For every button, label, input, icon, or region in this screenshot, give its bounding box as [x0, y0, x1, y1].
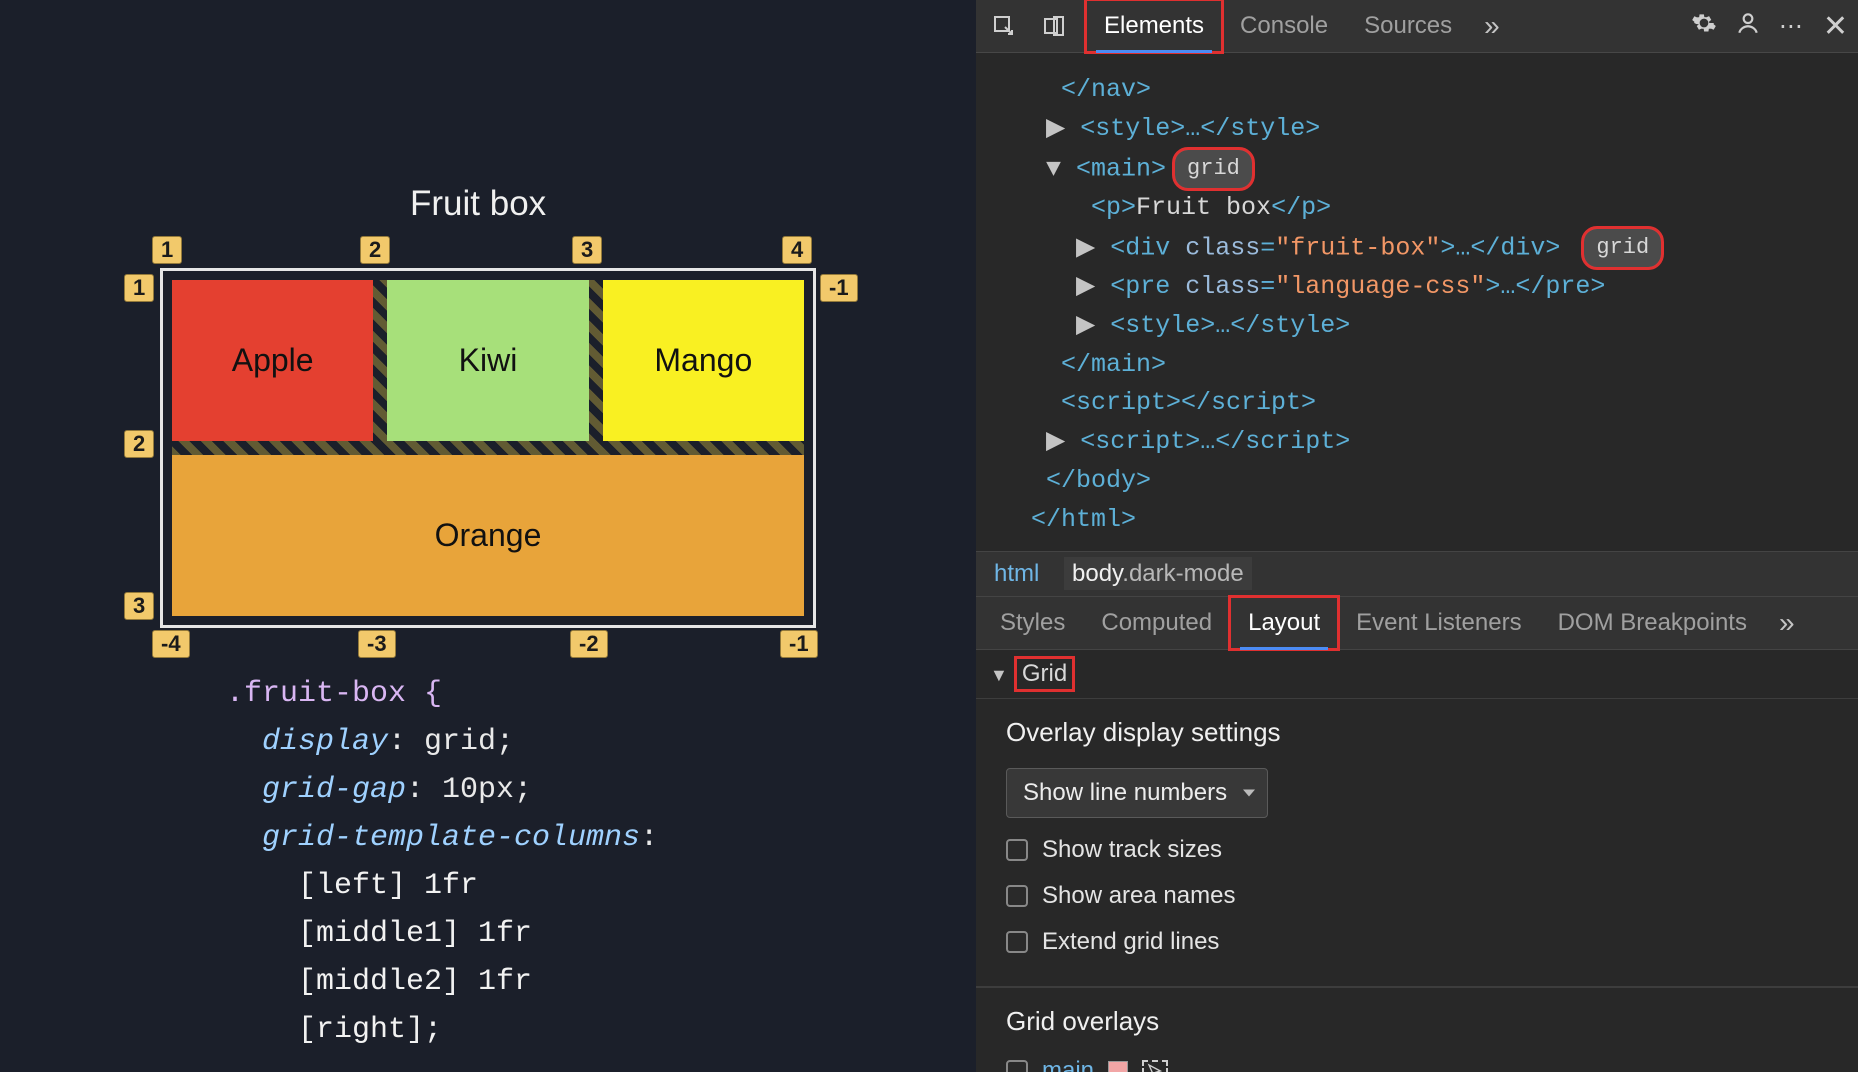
styles-tabs: Styles Computed Layout Event Listeners D…: [976, 597, 1858, 650]
tab-computed[interactable]: Computed: [1083, 597, 1230, 649]
css-prop: grid-template-columns: [262, 821, 640, 855]
grid-section-label: Grid: [1016, 658, 1073, 690]
crumb-html[interactable]: html: [994, 560, 1039, 587]
grid-line-label: -3: [358, 630, 396, 658]
dom-node[interactable]: >…</div>: [1440, 233, 1560, 262]
dom-node[interactable]: </main>: [1061, 350, 1166, 379]
close-icon[interactable]: ✕: [1823, 9, 1848, 44]
checkbox-track-sizes[interactable]: [1006, 839, 1028, 861]
tab-elements[interactable]: Elements: [1086, 0, 1222, 52]
dom-node[interactable]: >…</pre>: [1485, 272, 1605, 301]
grid-line-label: 4: [782, 236, 812, 264]
overlay-settings-title: Overlay display settings: [1006, 717, 1828, 748]
css-val: : 10px;: [406, 773, 532, 807]
dom-attr-val: "fruit-box": [1275, 233, 1440, 262]
css-prop: display: [262, 725, 388, 759]
grid-line-label: 2: [360, 236, 390, 264]
inspect-icon[interactable]: [986, 8, 1022, 44]
tab-layout[interactable]: Layout: [1230, 597, 1338, 649]
grid-line-label: 1: [124, 274, 154, 302]
css-val: [middle1] 1fr: [226, 910, 756, 958]
grid-badge[interactable]: grid: [1583, 228, 1662, 268]
cell-kiwi: Kiwi: [387, 280, 588, 441]
dom-node[interactable]: <script></script>: [1061, 388, 1316, 417]
label-extend-lines: Extend grid lines: [1042, 928, 1219, 956]
cell-apple: Apple: [172, 280, 373, 441]
tabs-overflow[interactable]: »: [1470, 10, 1514, 42]
rendered-page: Fruit box 1 2 3 4 1 2 3 -1 -4 -3 -2 -1 A…: [0, 0, 976, 1072]
grid-line-label: 3: [124, 592, 154, 620]
css-val: [middle2] 1fr: [226, 958, 756, 1006]
tab-styles[interactable]: Styles: [982, 597, 1083, 649]
dom-node[interactable]: <style>…</style>: [1110, 311, 1350, 340]
dom-node[interactable]: </body>: [1046, 466, 1151, 495]
overlay-checkbox-main[interactable]: [1006, 1060, 1028, 1072]
css-selector: .fruit-box {: [226, 677, 442, 711]
grid-line-label: 3: [572, 236, 602, 264]
device-toggle-icon[interactable]: [1036, 8, 1072, 44]
css-val: [left] 1fr: [226, 862, 756, 910]
tab-sources[interactable]: Sources: [1346, 0, 1470, 52]
cell-mango: Mango: [603, 280, 804, 441]
css-snippet: .fruit-box { display: grid; grid-gap: 10…: [226, 670, 756, 1054]
overlay-main-label[interactable]: main: [1042, 1057, 1094, 1072]
checkbox-extend-lines[interactable]: [1006, 931, 1028, 953]
tab-event-listeners[interactable]: Event Listeners: [1338, 597, 1539, 649]
grid-line-label: -1: [820, 274, 858, 302]
overlay-settings-pane: Overlay display settings Show line numbe…: [976, 698, 1858, 987]
checkbox-area-names[interactable]: [1006, 885, 1028, 907]
grid-line-label: -4: [152, 630, 190, 658]
dom-node[interactable]: <pre: [1110, 272, 1185, 301]
styles-tabs-overflow[interactable]: »: [1765, 607, 1809, 639]
label-track-sizes: Show track sizes: [1042, 836, 1222, 864]
grid-line-label: -2: [570, 630, 608, 658]
grid-overlays-pane: Grid overlays main ✓ div.fruit-box: [976, 987, 1858, 1072]
dom-attr: class: [1185, 272, 1260, 301]
dom-attr-val: "language-css": [1275, 272, 1485, 301]
css-val: : grid;: [388, 725, 514, 759]
dom-node[interactable]: <main>: [1076, 154, 1166, 183]
page-title: Fruit box: [410, 184, 546, 224]
devtools-toolbar: Elements Console Sources » ⋯ ✕: [976, 0, 1858, 53]
tab-console[interactable]: Console: [1222, 0, 1346, 52]
settings-icon[interactable]: [1691, 10, 1717, 43]
grid-overlays-title: Grid overlays: [1006, 1006, 1828, 1037]
css-val: [right];: [226, 1006, 756, 1054]
css-val: :: [640, 821, 658, 855]
account-icon[interactable]: [1735, 10, 1761, 43]
devtools-panel: Elements Console Sources » ⋯ ✕ </nav> ▶ …: [976, 0, 1858, 1072]
dom-node[interactable]: <div: [1110, 233, 1185, 262]
reveal-icon[interactable]: [1142, 1060, 1168, 1072]
tab-dom-breakpoints[interactable]: DOM Breakpoints: [1540, 597, 1765, 649]
grid-line-label: 1: [152, 236, 182, 264]
grid-section-header[interactable]: Grid: [976, 650, 1858, 698]
grid-line-label: 2: [124, 430, 154, 458]
css-prop: grid-gap: [262, 773, 406, 807]
label-area-names: Show area names: [1042, 882, 1235, 910]
dom-node[interactable]: <style>…</style>: [1080, 114, 1320, 143]
kebab-icon[interactable]: ⋯: [1779, 12, 1805, 41]
dom-attr: class: [1185, 233, 1260, 262]
overlay-main-color[interactable]: [1108, 1061, 1128, 1072]
grid-badge[interactable]: grid: [1174, 149, 1253, 189]
crumb-body[interactable]: body.dark-mode: [1064, 557, 1252, 590]
fruit-grid: Apple Kiwi Mango Orange: [172, 280, 804, 616]
breadcrumb[interactable]: html body.dark-mode: [976, 551, 1858, 597]
dom-node[interactable]: </html>: [1031, 505, 1136, 534]
dom-node[interactable]: <script>…</script>: [1080, 427, 1350, 456]
cell-orange: Orange: [172, 455, 804, 616]
line-numbers-select[interactable]: Show line numbers: [1006, 768, 1268, 818]
grid-line-label: -1: [780, 630, 818, 658]
grid-overlay-wrap: 1 2 3 4 1 2 3 -1 -4 -3 -2 -1 Apple Kiwi …: [160, 268, 816, 628]
dom-node[interactable]: </nav>: [1061, 75, 1151, 104]
dom-tree[interactable]: </nav> ▶ <style>…</style> ▼ <main>grid <…: [976, 53, 1858, 551]
